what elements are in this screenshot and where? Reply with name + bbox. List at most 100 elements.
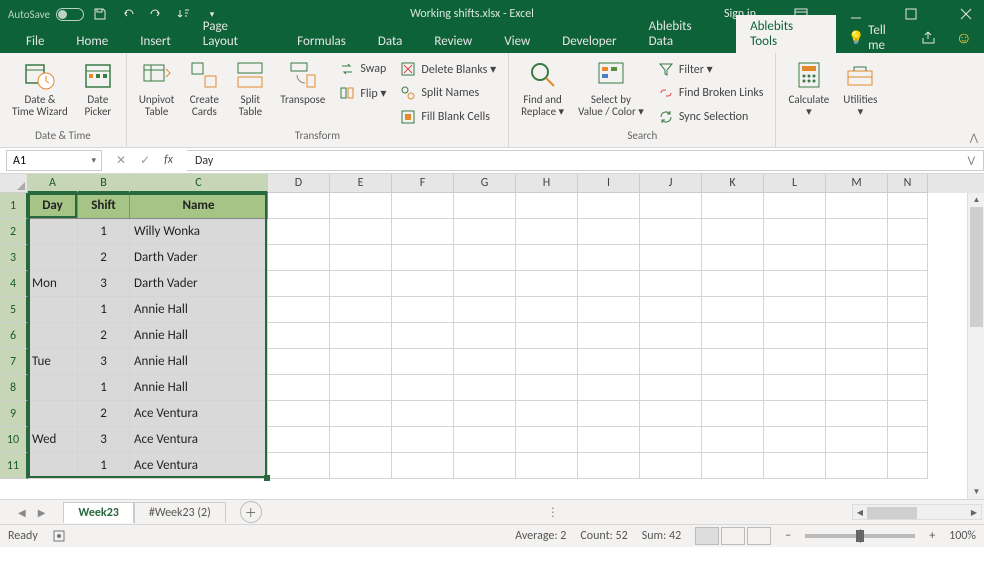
select-all-button[interactable] [0, 174, 28, 193]
broken-links-button[interactable]: Find Broken Links [654, 83, 768, 103]
transpose-button[interactable]: Transpose [276, 57, 329, 127]
cell-D4[interactable] [268, 271, 330, 297]
fx-icon[interactable]: fx [164, 153, 173, 168]
cell-L1[interactable] [764, 193, 826, 219]
cell-M3[interactable] [826, 245, 888, 271]
cell-B6[interactable]: 2 [78, 323, 130, 349]
cell-K1[interactable] [702, 193, 764, 219]
undo-icon[interactable] [120, 6, 136, 22]
zoom-slider[interactable] [805, 534, 915, 538]
cell-G2[interactable] [454, 219, 516, 245]
cell-F11[interactable] [392, 453, 454, 479]
flip-button[interactable]: Flip ▾ [335, 83, 390, 103]
cell-F10[interactable] [392, 427, 454, 453]
cell-I5[interactable] [578, 297, 640, 323]
cell-D2[interactable] [268, 219, 330, 245]
cell-H11[interactable] [516, 453, 578, 479]
cell-K11[interactable] [702, 453, 764, 479]
cell-J6[interactable] [640, 323, 702, 349]
cell-E5[interactable] [330, 297, 392, 323]
row-header-10[interactable]: 10 [0, 427, 28, 453]
col-header-G[interactable]: G [454, 174, 516, 193]
cell-A5[interactable] [28, 297, 78, 323]
cell-N9[interactable] [888, 401, 928, 427]
cell-H7[interactable] [516, 349, 578, 375]
formula-input[interactable]: Day ⋁ [187, 150, 984, 171]
calculate-button[interactable]: Calculate ▾ [784, 57, 833, 120]
col-header-B[interactable]: B [78, 174, 130, 193]
cell-J7[interactable] [640, 349, 702, 375]
view-page-layout-icon[interactable] [721, 527, 745, 545]
cell-I10[interactable] [578, 427, 640, 453]
cancel-formula-icon[interactable]: ✕ [116, 153, 126, 168]
cell-M11[interactable] [826, 453, 888, 479]
cell-A7[interactable]: Tue [28, 349, 78, 375]
cell-I2[interactable] [578, 219, 640, 245]
sheet-tab-active[interactable]: Week23 [63, 502, 133, 523]
cell-K9[interactable] [702, 401, 764, 427]
cell-I3[interactable] [578, 245, 640, 271]
cell-E7[interactable] [330, 349, 392, 375]
tab-review[interactable]: Review [420, 30, 486, 53]
cell-E4[interactable] [330, 271, 392, 297]
utilities-button[interactable]: Utilities ▾ [839, 57, 881, 120]
col-header-M[interactable]: M [826, 174, 888, 193]
cell-A6[interactable] [28, 323, 78, 349]
sync-selection-button[interactable]: Sync Selection [654, 107, 768, 127]
cell-G11[interactable] [454, 453, 516, 479]
cell-L5[interactable] [764, 297, 826, 323]
cell-A1[interactable]: Day [28, 193, 78, 219]
cell-I4[interactable] [578, 271, 640, 297]
cell-C8[interactable]: Annie Hall [130, 375, 268, 401]
cells-area[interactable]: DayShiftName1Willy Wonka2Darth VaderMon3… [28, 193, 984, 499]
cell-A10[interactable]: Wed [28, 427, 78, 453]
row-header-5[interactable]: 5 [0, 297, 28, 323]
cell-L6[interactable] [764, 323, 826, 349]
cell-G9[interactable] [454, 401, 516, 427]
cell-M1[interactable] [826, 193, 888, 219]
cell-L4[interactable] [764, 271, 826, 297]
scroll-right-icon[interactable]: ▶ [967, 505, 981, 521]
view-normal-icon[interactable] [695, 527, 719, 545]
sheet-nav[interactable]: ◀▶ [0, 506, 63, 519]
cell-M2[interactable] [826, 219, 888, 245]
col-header-K[interactable]: K [702, 174, 764, 193]
cell-N10[interactable] [888, 427, 928, 453]
scroll-left-icon[interactable]: ◀ [853, 505, 867, 521]
cell-J9[interactable] [640, 401, 702, 427]
cell-H4[interactable] [516, 271, 578, 297]
col-header-D[interactable]: D [268, 174, 330, 193]
cell-M5[interactable] [826, 297, 888, 323]
find-replace-button[interactable]: Find and Replace ▾ [517, 57, 568, 127]
cell-N4[interactable] [888, 271, 928, 297]
autosave-toggle[interactable]: AutoSave [8, 8, 84, 21]
zoom-level[interactable]: 100% [949, 529, 976, 543]
cell-J3[interactable] [640, 245, 702, 271]
cell-N6[interactable] [888, 323, 928, 349]
cell-D10[interactable] [268, 427, 330, 453]
swap-button[interactable]: Swap [335, 59, 390, 79]
col-header-N[interactable]: N [888, 174, 928, 193]
save-icon[interactable] [92, 6, 108, 22]
cell-I1[interactable] [578, 193, 640, 219]
cell-K7[interactable] [702, 349, 764, 375]
tab-data[interactable]: Data [364, 30, 417, 53]
cell-J8[interactable] [640, 375, 702, 401]
row-header-7[interactable]: 7 [0, 349, 28, 375]
cell-G7[interactable] [454, 349, 516, 375]
cell-B1[interactable]: Shift [78, 193, 130, 219]
enter-formula-icon[interactable]: ✓ [140, 153, 150, 168]
cell-C9[interactable]: Ace Ventura [130, 401, 268, 427]
cell-E1[interactable] [330, 193, 392, 219]
col-header-I[interactable]: I [578, 174, 640, 193]
cell-H5[interactable] [516, 297, 578, 323]
share-icon[interactable] [922, 31, 938, 45]
cell-E3[interactable] [330, 245, 392, 271]
cell-D7[interactable] [268, 349, 330, 375]
cell-A4[interactable]: Mon [28, 271, 78, 297]
next-sheet-icon[interactable]: ▶ [38, 506, 46, 519]
cell-F3[interactable] [392, 245, 454, 271]
delete-blanks-button[interactable]: Delete Blanks ▾ [396, 59, 500, 79]
cell-M7[interactable] [826, 349, 888, 375]
cell-D9[interactable] [268, 401, 330, 427]
